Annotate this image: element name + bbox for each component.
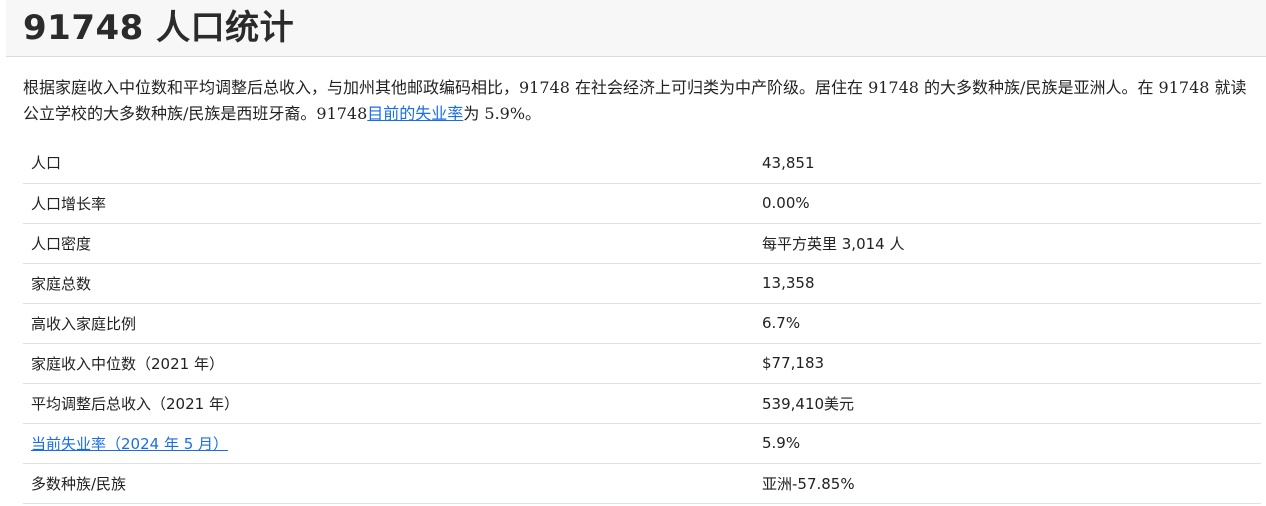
total-households-label: 家庭总数	[23, 263, 754, 304]
table-row: 家庭总数 13,358	[23, 263, 1261, 304]
total-households-value: 13,358	[754, 263, 1261, 304]
population-density-label: 人口密度	[23, 223, 754, 264]
average-agi-label: 平均调整后总收入（2021 年）	[23, 383, 754, 424]
unemployment-rate-link[interactable]: 目前的失业率	[367, 104, 463, 123]
majority-ethnicity-value: 亚洲-57.85%	[754, 463, 1261, 504]
table-row: 高收入家庭比例 6.7%	[23, 303, 1261, 344]
table-row: 家庭收入中位数（2021 年） $77,183	[23, 343, 1261, 384]
table-row: 人口增长率 0.00%	[23, 183, 1261, 224]
majority-ethnicity-label: 多数种族/民族	[23, 463, 754, 504]
median-household-income-value: $77,183	[754, 343, 1261, 384]
page-title: 91748 人口统计	[23, 8, 295, 48]
current-unemployment-rate-link[interactable]: 当前失业率（2024 年 5 月）	[31, 435, 228, 453]
population-value: 43,851	[754, 143, 1261, 184]
intro-paragraph: 根据家庭收入中位数和平均调整后总收入，与加州其他邮政编码相比，91748 在社会…	[23, 75, 1253, 127]
average-agi-value: 539,410美元	[754, 383, 1261, 424]
population-growth-value: 0.00%	[754, 183, 1261, 224]
table-row: 人口密度 每平方英里 3,014 人	[23, 223, 1261, 264]
population-growth-label: 人口增长率	[23, 183, 754, 224]
intro-text: 根据家庭收入中位数和平均调整后总收入，与加州其他邮政编码相比，91748 在社会…	[23, 78, 1247, 123]
high-income-households-value: 6.7%	[754, 303, 1261, 344]
table-row: 人口 43,851	[23, 143, 1261, 184]
intro-text-end: 为 5.9%。	[463, 104, 542, 123]
current-unemployment-rate-value: 5.9%	[754, 423, 1261, 464]
page-header: 91748 人口统计	[6, 0, 1266, 57]
table-row: 多数种族/民族 亚洲-57.85%	[23, 463, 1261, 504]
table-row: 平均调整后总收入（2021 年） 539,410美元	[23, 383, 1261, 424]
median-household-income-label: 家庭收入中位数（2021 年）	[23, 343, 754, 384]
high-income-households-label: 高收入家庭比例	[23, 303, 754, 344]
population-label: 人口	[23, 143, 754, 184]
table-row: 当前失业率（2024 年 5 月） 5.9%	[23, 423, 1261, 464]
population-density-value: 每平方英里 3,014 人	[754, 223, 1261, 264]
demographics-table: 人口 43,851 人口增长率 0.00% 人口密度 每平方英里 3,014 人…	[23, 143, 1261, 504]
